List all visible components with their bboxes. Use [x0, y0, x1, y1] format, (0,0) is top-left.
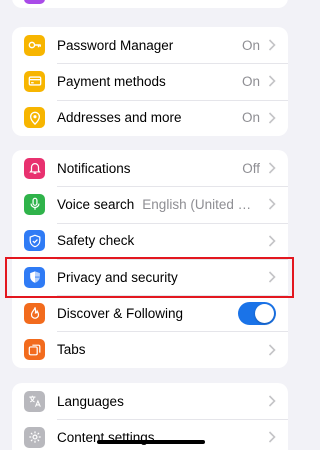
row-label: Privacy and security — [57, 269, 178, 285]
row-privacy-and-security[interactable]: Privacy and security — [12, 258, 288, 295]
row-value: On — [241, 37, 260, 53]
chevron-right-icon — [268, 162, 276, 174]
row-notifications[interactable]: Notifications Off — [12, 150, 288, 186]
credit-card-icon — [24, 70, 45, 92]
chevron-right-icon — [268, 75, 276, 88]
chevron-right-icon — [268, 235, 276, 247]
chevron-right-icon — [268, 198, 276, 211]
gear-icon — [24, 426, 45, 448]
bell-icon — [24, 157, 45, 179]
row-safety-check[interactable]: Safety check — [12, 222, 288, 259]
row-value: On — [241, 73, 260, 89]
chevron-right-icon — [268, 395, 276, 407]
chevron-right-icon — [268, 431, 276, 444]
partial-settings-icon — [24, 0, 45, 4]
flame-icon — [24, 302, 45, 324]
translate-icon — [24, 390, 45, 412]
discover-toggle[interactable] — [238, 301, 276, 325]
main-settings-group: Notifications Off Voice search English (… — [12, 150, 288, 368]
privacy-shield-icon — [24, 266, 45, 288]
row-label: Notifications — [57, 160, 131, 176]
chevron-right-icon — [268, 271, 276, 283]
toggle-knob — [255, 303, 274, 323]
row-password-manager[interactable]: Password Manager On — [12, 27, 288, 63]
microphone-icon — [24, 193, 45, 215]
key-icon — [24, 34, 45, 56]
row-discover-following[interactable]: Discover & Following — [12, 295, 288, 331]
row-tabs[interactable]: Tabs — [12, 331, 288, 367]
row-label: Voice search — [57, 196, 135, 212]
row-payment-methods[interactable]: Payment methods On — [12, 63, 288, 99]
shield-check-icon — [24, 230, 45, 252]
row-content-settings[interactable]: Content settings — [12, 419, 288, 450]
row-label: Safety check — [57, 233, 135, 249]
chevron-right-icon — [268, 39, 276, 51]
row-label: Discover & Following — [57, 305, 184, 321]
chevron-right-icon — [268, 112, 276, 124]
row-value: English (United States) — [142, 196, 260, 212]
tabs-icon — [24, 339, 45, 361]
autofill-settings-group: Password Manager On Payment methods On A… — [12, 27, 288, 136]
row-voice-search[interactable]: Voice search English (United States) — [12, 186, 288, 222]
row-label: Languages — [57, 393, 124, 409]
row-label: Password Manager — [57, 37, 174, 53]
previous-settings-group — [12, 0, 288, 8]
row-value: On — [241, 110, 260, 126]
row-value: Off — [242, 160, 260, 176]
row-addresses[interactable]: Addresses and more On — [12, 99, 288, 136]
row-label: Payment methods — [57, 73, 166, 89]
location-pin-icon — [24, 107, 45, 129]
chevron-right-icon — [268, 344, 276, 356]
row-label: Tabs — [57, 342, 86, 358]
home-indicator — [97, 440, 205, 444]
row-languages[interactable]: Languages — [12, 383, 288, 419]
row-label: Addresses and more — [57, 110, 182, 126]
